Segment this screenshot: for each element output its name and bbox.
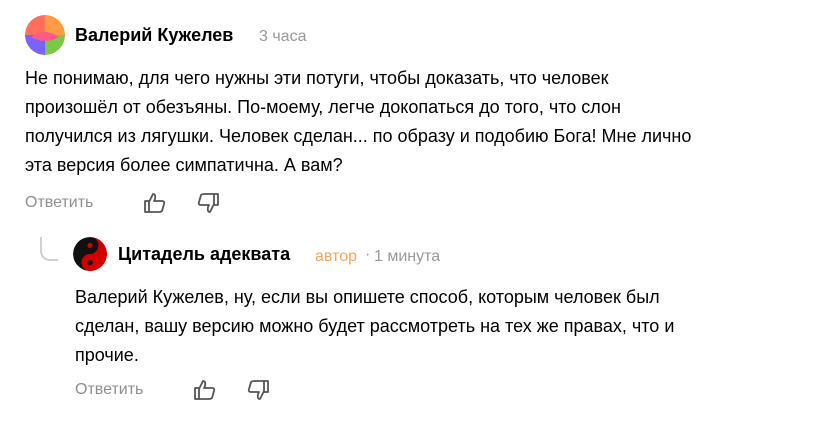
comment-text-line: получился из лягушки. Человек сделан... … — [25, 126, 692, 146]
yin-yang-avatar-icon — [73, 237, 107, 271]
thumbs-up-icon — [144, 193, 166, 213]
comment-text-line: Валерий Кужелев, ну, если вы опишете спо… — [75, 287, 660, 307]
avatar[interactable] — [73, 237, 107, 271]
dislike-button[interactable] — [195, 190, 221, 216]
comment-text-line: сделан, вашу версию можно будет рассмотр… — [75, 316, 675, 336]
comment-text: Не понимаю, для чего нужны эти потуги, ч… — [25, 64, 691, 180]
dislike-button[interactable] — [245, 377, 271, 403]
like-button[interactable] — [192, 377, 218, 403]
comment-text-line: прочие. — [75, 345, 139, 365]
thumbs-up-icon — [194, 380, 216, 400]
reply-button[interactable]: Ответить — [25, 194, 93, 212]
comment-text-line: эта версия более симпатична. А вам? — [25, 155, 343, 175]
tulip-avatar-icon — [25, 15, 65, 55]
reply-button[interactable]: Ответить — [75, 381, 143, 399]
comment-text: Валерий Кужелев, ну, если вы опишете спо… — [75, 283, 674, 370]
meta-separator: · — [365, 246, 371, 263]
timestamp: 3 часа — [259, 28, 307, 45]
thumbs-down-icon — [197, 193, 219, 213]
author-name[interactable]: Цитадель адеквата — [118, 244, 290, 265]
thumbs-down-icon — [247, 380, 269, 400]
comment-text-line: произошёл от обезъяны. По-моему, легче д… — [25, 97, 621, 117]
author-badge: автор — [315, 248, 357, 265]
author-name[interactable]: Валерий Кужелев — [75, 25, 233, 46]
avatar[interactable] — [25, 15, 65, 55]
reply-thread-icon — [40, 237, 58, 261]
like-button[interactable] — [142, 190, 168, 216]
comment-text-line: Не понимаю, для чего нужны эти потуги, ч… — [25, 68, 609, 88]
timestamp: 1 минута — [374, 248, 441, 265]
